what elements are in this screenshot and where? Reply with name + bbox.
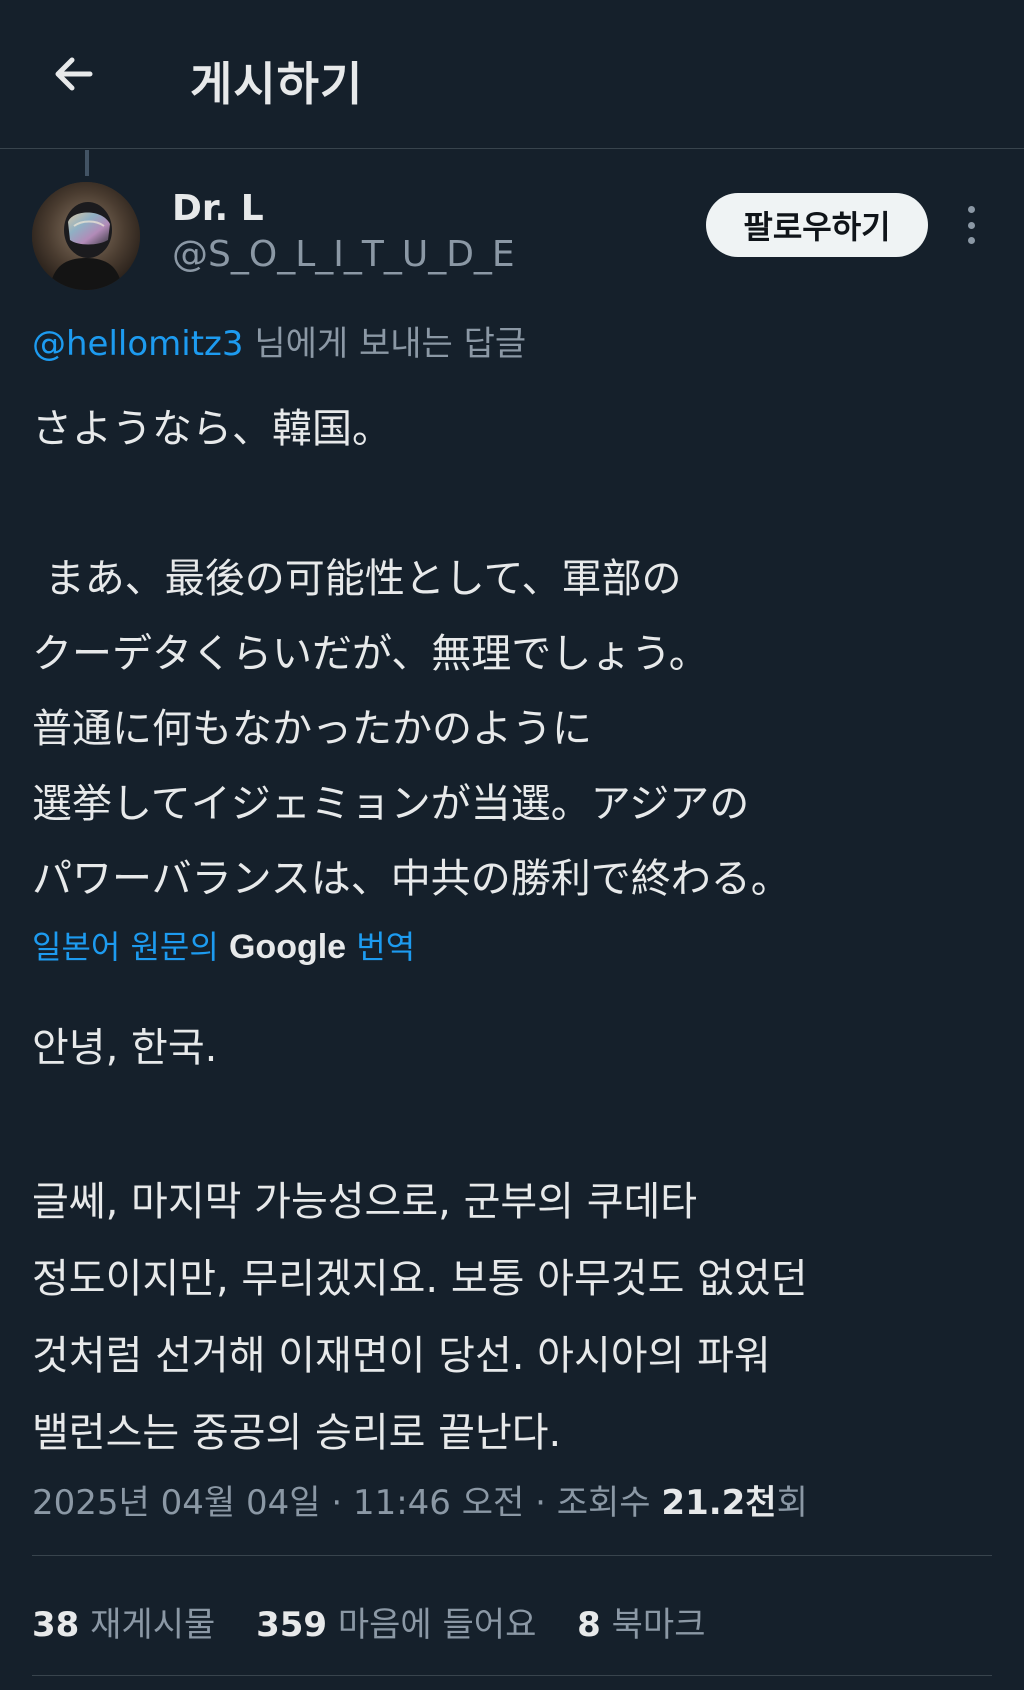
engagement-stats: 38 재게시물 359 마음에 들어요 8 북마크	[32, 1597, 736, 1646]
tweet-text: さようなら、韓国。 まあ、最後の可能性として、軍部の クーデタくらいだが、無理で…	[32, 392, 992, 917]
translated-text-line: 밸런스는 중공의 승리로 끝난다.	[32, 1410, 562, 1456]
tweet-text-line: パワーバランスは、中共の勝利で終わる。	[32, 856, 791, 902]
author-handle[interactable]: @S_O_L_I_T_U_D_E	[172, 234, 515, 275]
translation-attribution-link[interactable]: 일본어 원문의 Google 번역	[32, 922, 415, 968]
tweet-text-line: さようなら、韓国。	[32, 406, 392, 452]
arrow-left-icon	[55, 57, 93, 91]
bookmarks-count: 8	[577, 1605, 601, 1645]
follow-button[interactable]: 팔로우하기	[706, 193, 928, 257]
translated-text-line: 안녕, 한국.	[32, 1025, 218, 1071]
back-button[interactable]	[44, 44, 104, 104]
tweet-text-line: クーデタくらいだが、無理でしょう。	[32, 631, 709, 677]
tweet-text-line: まあ、最後の可能性として、軍部の	[32, 556, 682, 602]
google-logo: Google	[228, 928, 347, 966]
thread-connector-line	[85, 150, 89, 176]
more-vertical-icon-dot	[967, 221, 975, 229]
likes-stat[interactable]: 359 마음에 들어요	[256, 1605, 536, 1645]
tweet-text-line: 普通に何もなかったかのように	[32, 706, 592, 752]
tweet-date[interactable]: 2025년 04월 04일	[32, 1483, 321, 1523]
translated-text-line	[32, 1087, 992, 1164]
bookmarks-label: 북마크	[600, 1605, 706, 1645]
translated-text-line: 것처럼 선거해 이재면이 당선. 아시아의 파워	[32, 1333, 771, 1379]
views-label: 조회수	[556, 1483, 662, 1523]
tweet-time[interactable]: 11:46 오전	[353, 1483, 524, 1523]
reposts-count: 38	[32, 1605, 80, 1645]
translated-text-line: 글쎄, 마지막 가능성으로, 군부의 쿠데타	[32, 1179, 698, 1225]
likes-count: 359	[256, 1605, 328, 1645]
more-options-button[interactable]	[956, 200, 986, 250]
tweet-text-line	[32, 467, 992, 542]
avatar-helmet-icon	[32, 182, 140, 290]
divider	[32, 1555, 992, 1556]
more-vertical-icon-dot	[967, 237, 975, 244]
page-title: 게시하기	[190, 57, 364, 111]
divider	[32, 1675, 992, 1676]
reply-mention-link[interactable]: @hellomitz3	[32, 324, 244, 364]
reply-to-line: @hellomitz3 님에게 보내는 답글	[32, 316, 526, 365]
tweet-text-line: 選挙してイジェミョンが当選。アジアの	[32, 781, 750, 827]
reposts-label: 재게시물	[79, 1605, 216, 1645]
reply-to-suffix: 님에게 보내는 답글	[243, 324, 527, 364]
translated-text: 안녕, 한국. 글쎄, 마지막 가능성으로, 군부의 쿠데타 정도이지만, 무리…	[32, 1010, 992, 1472]
views-suffix: 회	[776, 1483, 808, 1523]
translated-text-line: 정도이지만, 무리겠지요. 보통 아무것도 없었던	[32, 1256, 808, 1302]
author-display-name[interactable]: Dr. L	[172, 188, 264, 229]
bookmarks-stat[interactable]: 8 북마크	[577, 1605, 705, 1645]
avatar[interactable]	[32, 182, 140, 290]
tweet-meta: 2025년 04월 04일 · 11:46 오전 · 조회수 21.2천회	[32, 1475, 808, 1524]
translation-prefix: 일본어 원문의	[32, 928, 229, 966]
meta-separator: ·	[320, 1483, 353, 1523]
meta-separator: ·	[524, 1483, 557, 1523]
reposts-stat[interactable]: 38 재게시물	[32, 1605, 215, 1645]
translation-suffix: 번역	[346, 928, 416, 966]
views-count: 21.2천	[661, 1483, 777, 1523]
top-bar: 게시하기	[0, 0, 1024, 149]
likes-label: 마음에 들어요	[327, 1605, 537, 1645]
more-vertical-icon-dot	[967, 206, 975, 213]
